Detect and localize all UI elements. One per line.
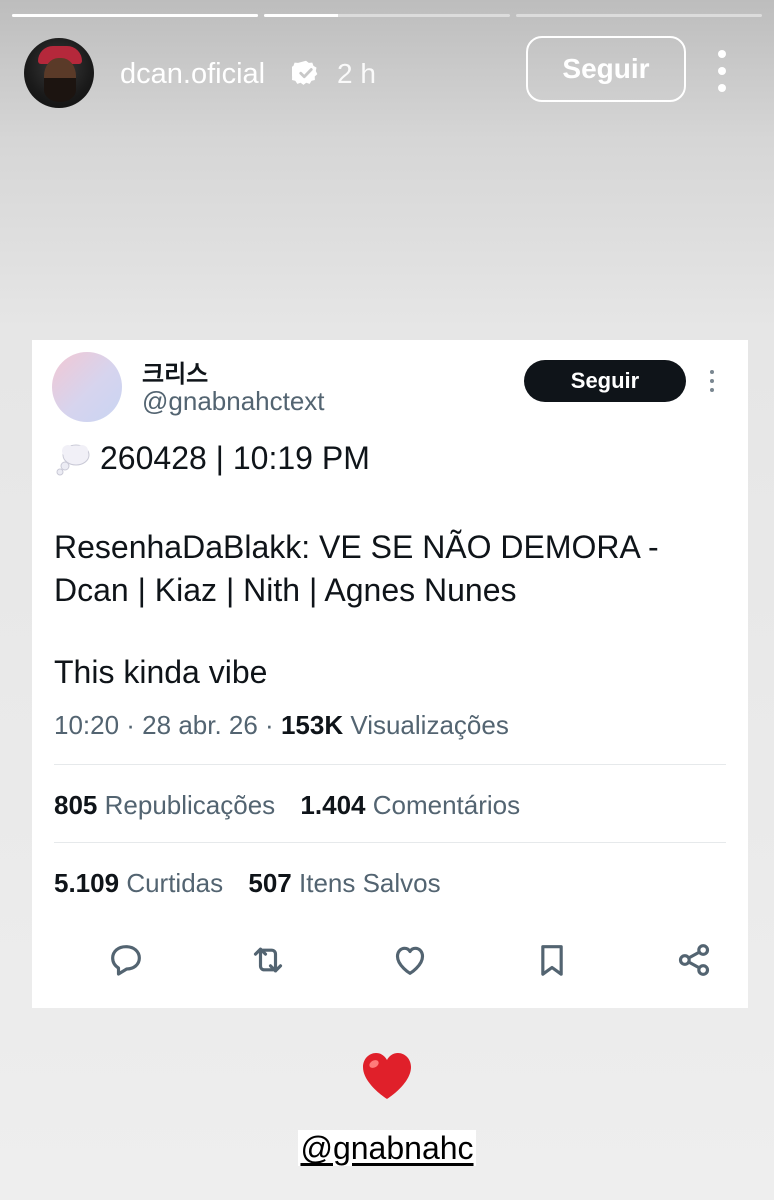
tweet-stats-row-2: 5.109 Curtidas 507 Itens Salvos [54,868,441,899]
mention-text[interactable]: @gnabnahc [298,1130,476,1166]
story-header: dcan.oficial 2 h Seguir [24,36,750,108]
tweet-body: ResenhaDaBlakk: VE SE NÃO DEMORA - Dcan … [54,529,659,608]
tweet-more-icon [710,370,716,392]
share-icon [678,944,710,976]
tweet-stats-row-1: 805 Republicações 1.404 Comentários [54,790,520,821]
tweet-views-label: Visualizações [343,710,509,740]
saves-count: 507 [248,868,292,898]
reposts-count: 805 [54,790,98,820]
saves-label: Itens Salvos [299,868,441,898]
tweet-handle: @gnabnahctext [142,386,325,416]
tweet-timestamp: 10:20 · 28 abr. 26 · [54,710,281,740]
tweet-follow-button: Seguir [524,360,686,402]
story-time: 2 h [337,58,376,89]
tweet-avatar [52,352,122,422]
comments-label: Comentários [372,790,521,820]
heart-emoji-icon [363,1053,411,1099]
tweet-actions [54,940,726,980]
mention-sticker[interactable]: @gnabnahc [0,1130,774,1167]
tweet-date-line: 260428 | 10:19 PM [100,440,370,476]
retweet-icon [253,947,283,973]
profile-username[interactable]: dcan.oficial [120,58,265,91]
comments-count: 1.404 [300,790,366,820]
tweet-body-second: This kinda vibe [54,654,268,690]
likes-label: Curtidas [126,868,224,898]
likes-count: 5.109 [54,868,120,898]
tweet-card: 크리스 @gnabnahctext Seguir 260428 | 10:19 … [32,340,748,1008]
verified-badge-icon [292,60,318,85]
more-options-icon[interactable] [710,50,734,92]
reply-icon [111,945,141,976]
divider [54,764,726,765]
like-icon [395,946,425,975]
bookmark-icon [541,945,563,976]
story-progress-segment-3 [516,14,762,17]
thought-bubble-icon [56,444,90,475]
story-progress-segment-2 [264,14,510,17]
tweet-meta: 10:20 · 28 abr. 26 · 153K Visualizações [54,710,509,741]
tweet-display-name: 크리스 [142,361,209,388]
follow-button[interactable]: Seguir [526,36,686,102]
reposts-label: Republicações [104,790,276,820]
tweet-first-line: 260428 | 10:19 PM [54,440,370,477]
story-progress-segment-1 [12,14,258,17]
story-progress [12,14,762,17]
profile-avatar[interactable] [24,38,94,108]
tweet-views-count: 153K [280,710,344,740]
divider [54,842,726,843]
